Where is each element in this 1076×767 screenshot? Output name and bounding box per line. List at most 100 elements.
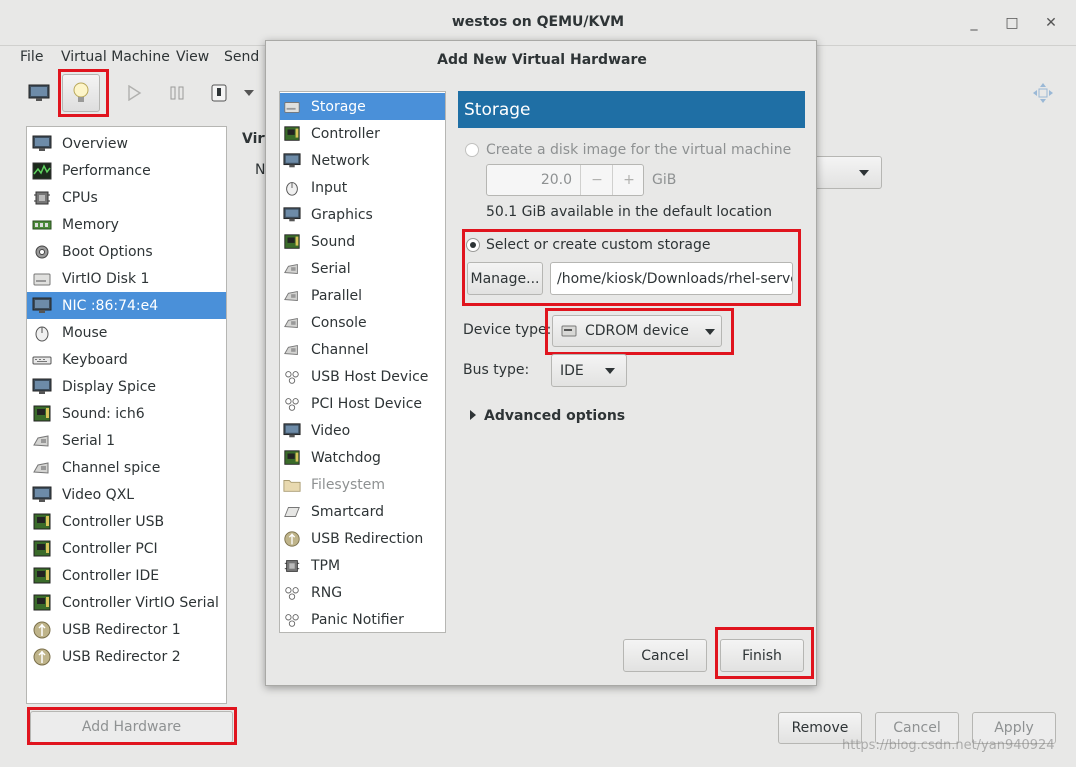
hardware-type-label: USB Redirection <box>311 530 424 547</box>
hardware-type-item[interactable]: Watchdog <box>280 444 445 471</box>
hardware-type-item[interactable]: Parallel <box>280 282 445 309</box>
hardware-type-label: Network <box>311 152 370 169</box>
sidebar-item[interactable]: Channel spice <box>27 454 226 481</box>
decrement-button[interactable]: − <box>580 165 613 195</box>
section-header: Storage <box>458 91 805 128</box>
hardware-type-item[interactable]: TPM <box>280 552 445 579</box>
hardware-type-label: Channel <box>311 341 369 358</box>
storage-icon <box>283 98 301 116</box>
sidebar-item[interactable]: Video QXL <box>27 481 226 508</box>
shutdown-button[interactable] <box>200 74 238 112</box>
hardware-type-item[interactable]: Console <box>280 309 445 336</box>
sidebar-item[interactable]: Controller VirtIO Serial <box>27 589 226 616</box>
hardware-type-item[interactable]: Serial <box>280 255 445 282</box>
usb-icon <box>31 647 53 667</box>
hardware-type-item[interactable]: Video <box>280 417 445 444</box>
sidebar-item[interactable]: Boot Options <box>27 238 226 265</box>
dialog-cancel-button[interactable]: Cancel <box>623 639 707 672</box>
minimize-button[interactable]: _ <box>963 12 985 34</box>
hardware-type-label: Graphics <box>311 206 373 223</box>
hardware-type-item[interactable]: Graphics <box>280 201 445 228</box>
hardware-type-item[interactable]: Controller <box>280 120 445 147</box>
usb-host-icon <box>283 368 301 386</box>
menu-file[interactable]: File <box>20 49 43 65</box>
sidebar-item[interactable]: Performance <box>27 157 226 184</box>
sidebar-item[interactable]: Controller USB <box>27 508 226 535</box>
hardware-type-item[interactable]: Channel <box>280 336 445 363</box>
menu-virtual-machine[interactable]: Virtual Machine <box>61 49 170 65</box>
sidebar-item[interactable]: Overview <box>27 130 226 157</box>
sidebar-item[interactable]: USB Redirector 2 <box>27 643 226 670</box>
sidebar-item-label: Mouse <box>62 324 108 341</box>
sidebar-item-label: Serial 1 <box>62 432 115 449</box>
hardware-type-item[interactable]: Filesystem <box>280 471 445 498</box>
hardware-type-item[interactable]: Input <box>280 174 445 201</box>
sidebar-item-label: Channel spice <box>62 459 161 476</box>
expander-arrow-icon[interactable] <box>470 410 476 420</box>
hardware-type-item[interactable]: USB Host Device <box>280 363 445 390</box>
sidebar-item-label: Sound: ich6 <box>62 405 145 422</box>
add-hardware-dialog: Add New Virtual Hardware Storage Controll… <box>265 40 817 686</box>
hardware-type-item[interactable]: Panic Notifier <box>280 606 445 633</box>
sidebar-item-label: USB Redirector 1 <box>62 621 181 638</box>
hardware-type-list: Storage Controller Network Input Graphics Sou… <box>279 91 446 633</box>
sidebar-item[interactable]: Mouse <box>27 319 226 346</box>
display-icon <box>31 377 53 397</box>
sidebar-item[interactable]: Display Spice <box>27 373 226 400</box>
sidebar-item[interactable]: Serial 1 <box>27 427 226 454</box>
details-view-button[interactable] <box>62 74 100 112</box>
hardware-type-item[interactable]: Sound <box>280 228 445 255</box>
sidebar-item[interactable]: Memory <box>27 211 226 238</box>
console-view-button[interactable] <box>20 74 58 112</box>
hardware-type-label: TPM <box>311 557 341 574</box>
hardware-type-item[interactable]: PCI Host Device <box>280 390 445 417</box>
hardware-type-item[interactable]: Storage <box>280 93 445 120</box>
serial-icon <box>31 431 53 451</box>
add-hardware-button[interactable]: Add Hardware <box>30 711 233 743</box>
storage-path-input[interactable]: /home/kiosk/Downloads/rhel-server-7.0-x8… <box>550 262 793 295</box>
sidebar-item[interactable]: USB Redirector 1 <box>27 616 226 643</box>
chevron-down-icon <box>605 368 615 374</box>
chevron-down-icon <box>859 170 869 176</box>
hardware-type-label: RNG <box>311 584 343 601</box>
keyboard-icon <box>31 350 53 370</box>
controller-icon <box>31 539 53 559</box>
advanced-options-expander[interactable]: Advanced options <box>484 408 625 424</box>
disk-size-spinner[interactable]: 20.0 − + <box>486 164 644 196</box>
hardware-type-item[interactable]: Network <box>280 147 445 174</box>
sidebar-item[interactable]: Controller PCI <box>27 535 226 562</box>
sidebar-item-label: CPUs <box>62 189 98 206</box>
menu-view[interactable]: View <box>176 49 209 65</box>
hardware-type-item[interactable]: Smartcard <box>280 498 445 525</box>
mouse-icon <box>283 179 301 197</box>
run-button[interactable] <box>115 74 153 112</box>
pause-icon <box>170 86 184 100</box>
custom-storage-radio[interactable] <box>466 238 480 252</box>
sidebar-item[interactable]: Keyboard <box>27 346 226 373</box>
hardware-type-label: Panic Notifier <box>311 611 404 628</box>
increment-button[interactable]: + <box>612 165 643 195</box>
sidebar-item[interactable]: CPUs <box>27 184 226 211</box>
hardware-type-label: Smartcard <box>311 503 385 520</box>
pause-button[interactable] <box>158 74 196 112</box>
resize-to-vm-button[interactable] <box>1024 74 1062 112</box>
fullscreen-icon <box>1033 83 1053 103</box>
manage-button[interactable]: Manage... <box>467 262 543 295</box>
bus-type-combo[interactable]: IDE <box>551 354 627 387</box>
sidebar-item[interactable]: NIC :86:74:e4 <box>27 292 226 319</box>
hardware-type-item[interactable]: USB Redirection <box>280 525 445 552</box>
sidebar-item-label: Overview <box>62 135 128 152</box>
sidebar-item-label: Controller USB <box>62 513 165 530</box>
maximize-button[interactable]: □ <box>1001 12 1023 34</box>
shutdown-menu-button[interactable] <box>238 74 260 112</box>
close-button[interactable]: ✕ <box>1040 12 1062 34</box>
hardware-type-label: Storage <box>311 98 366 115</box>
device-type-combo[interactable]: CDROM device <box>552 315 722 347</box>
sidebar-item[interactable]: Sound: ich6 <box>27 400 226 427</box>
finish-button[interactable]: Finish <box>720 639 804 672</box>
display-icon <box>283 206 301 224</box>
create-disk-radio[interactable] <box>465 143 479 157</box>
sidebar-item[interactable]: VirtIO Disk 1 <box>27 265 226 292</box>
hardware-type-item[interactable]: RNG <box>280 579 445 606</box>
sidebar-item[interactable]: Controller IDE <box>27 562 226 589</box>
